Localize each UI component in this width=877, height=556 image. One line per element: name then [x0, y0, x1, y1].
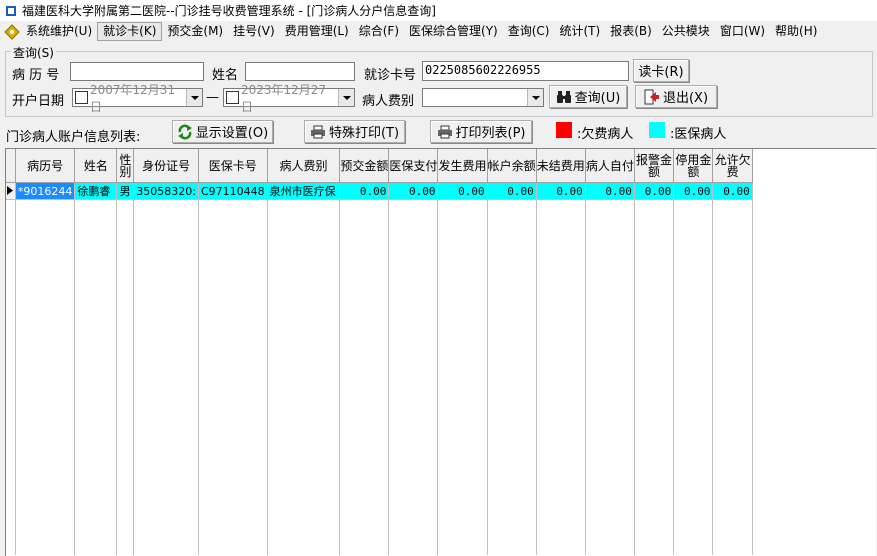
- column-header[interactable]: 预交金额: [339, 149, 390, 183]
- menu-item[interactable]: 窗口(W): [715, 22, 770, 41]
- refresh-icon: [177, 124, 193, 140]
- query-button[interactable]: 查询(U): [549, 85, 627, 108]
- table-cell[interactable]: 0.00: [536, 182, 586, 200]
- menu-item[interactable]: 预交金(M): [162, 22, 228, 41]
- date-separator: —: [206, 90, 219, 105]
- table-cell[interactable]: *9016244: [15, 182, 76, 200]
- column-header[interactable]: 病人费别: [267, 149, 341, 183]
- current-row-indicator: [6, 182, 16, 200]
- table-cell[interactable]: 徐鹏睿: [74, 182, 118, 200]
- empty-grid-area: [6, 199, 876, 555]
- header-filler: [752, 149, 876, 183]
- menu-item[interactable]: 系统维护(U): [21, 22, 97, 41]
- column-header[interactable]: 医保卡号: [198, 149, 268, 183]
- card-no-label: 就诊卡号: [364, 68, 417, 83]
- exit-button[interactable]: 退出(X): [635, 85, 717, 108]
- column-header[interactable]: 医保支付: [388, 149, 439, 183]
- read-card-button[interactable]: 读卡(R): [633, 59, 689, 82]
- date-to-value: 2023年12月27日: [241, 82, 327, 114]
- binoculars-icon: [556, 90, 572, 104]
- printer-icon: [437, 125, 453, 139]
- column-header[interactable]: 姓名: [74, 149, 118, 183]
- date-to-picker[interactable]: 2023年12月27日: [223, 83, 355, 114]
- column-header[interactable]: 病人自付: [585, 149, 635, 183]
- column-header[interactable]: 身份证号: [133, 149, 199, 183]
- date-to-dropdown-icon[interactable]: [338, 89, 354, 106]
- menu-item[interactable]: 医保综合管理(Y): [404, 22, 503, 41]
- date-from-dropdown-icon[interactable]: [186, 89, 202, 106]
- account-table: 病历号 姓名 性别 身份证号 医保卡号 病人费别 预交金额 医保支付 发生费用 帐户余额 未结费用病…: [6, 149, 876, 555]
- column-header[interactable]: 病历号: [15, 149, 76, 183]
- account-grid[interactable]: 病历号 姓名 性别 身份证号 医保卡号 病人费别 预交金额 医保支付 发生费用 帐户余额 未结费用病…: [5, 148, 876, 556]
- fee-type-dropdown-icon[interactable]: [527, 89, 543, 106]
- table-cell[interactable]: 0.00: [712, 182, 753, 200]
- date-from-checkbox[interactable]: [75, 91, 88, 104]
- menu-item[interactable]: 挂号(V): [228, 22, 280, 41]
- open-date-label: 开户日期: [12, 94, 65, 109]
- record-no-label: 病 历 号: [12, 68, 60, 83]
- app-icon: [4, 4, 18, 18]
- title-bar: 福建医科大学附属第二医院--门诊挂号收费管理系统 - [门诊病人分户信息查询]: [0, 0, 877, 21]
- display-settings-button[interactable]: 显示设置(O): [172, 120, 273, 143]
- table-cell[interactable]: 0.00: [487, 182, 537, 200]
- menu-item[interactable]: 帮助(H): [770, 22, 822, 41]
- record-no-input[interactable]: [70, 62, 204, 81]
- special-print-button[interactable]: 特殊打印(T): [304, 120, 405, 143]
- exit-door-icon: [644, 89, 660, 105]
- name-label: 姓名: [212, 68, 239, 83]
- menu-item[interactable]: 统计(T): [554, 22, 605, 41]
- menu-item[interactable]: 综合(F): [354, 22, 404, 41]
- name-input[interactable]: [245, 62, 355, 81]
- display-settings-label: 显示设置(O): [195, 126, 269, 141]
- column-header[interactable]: 未结费用: [536, 149, 586, 183]
- print-list-button[interactable]: 打印列表(P): [430, 120, 532, 143]
- insured-color-swatch: [649, 122, 665, 138]
- column-header[interactable]: 发生费用: [437, 149, 488, 183]
- list-label: 门诊病人账户信息列表:: [6, 130, 141, 145]
- query-group-label: 查询(S): [11, 44, 56, 61]
- date-to-checkbox[interactable]: [226, 91, 239, 104]
- fee-type-label: 病人费别: [362, 94, 415, 109]
- column-header[interactable]: 性别: [116, 149, 135, 183]
- table-cell[interactable]: 0.00: [673, 182, 714, 200]
- table-cell[interactable]: 0.00: [388, 182, 439, 200]
- printer-icon: [310, 125, 326, 139]
- mdi-child-icon[interactable]: [3, 23, 21, 41]
- date-from-value: 2007年12月31日: [90, 82, 176, 114]
- menu-bar: 系统维护(U) 就诊卡(K) 预交金(M) 挂号(V) 费用管理(L) 综合(F) 医保综合…: [0, 21, 877, 42]
- menu-item[interactable]: 公共模块: [657, 22, 715, 41]
- table-cell[interactable]: 男: [116, 182, 135, 200]
- window-title: 福建医科大学附属第二医院--门诊挂号收费管理系统 - [门诊病人分户信息查询]: [22, 4, 436, 18]
- owing-color-swatch: [556, 122, 572, 138]
- table-cell[interactable]: 0.00: [634, 182, 675, 200]
- print-list-label: 打印列表(P): [455, 126, 526, 141]
- row-filler: [752, 182, 876, 200]
- table-cell[interactable]: C97110448: [198, 182, 268, 200]
- table-header-row: 病历号 姓名 性别 身份证号 医保卡号 病人费别 预交金额 医保支付 发生费用 帐户余额 未结费用病…: [6, 149, 876, 183]
- row-indicator-header: [6, 149, 16, 183]
- date-from-picker[interactable]: 2007年12月31日: [72, 83, 203, 114]
- insured-legend-label: :医保病人: [670, 127, 727, 142]
- table-cell[interactable]: 泉州市医疗保: [267, 182, 341, 200]
- table-cell[interactable]: 0.00: [585, 182, 635, 200]
- owing-legend-label: :欠费病人: [577, 127, 634, 142]
- query-button-label: 查询(U): [574, 91, 621, 106]
- menu-item[interactable]: 就诊卡(K): [97, 22, 163, 41]
- read-card-button-label: 读卡(R): [638, 65, 684, 80]
- special-print-label: 特殊打印(T): [328, 126, 400, 141]
- table-row[interactable]: *9016244 徐鹏睿男 35058320: C97110448 泉州市医疗保 0.00…: [6, 182, 876, 200]
- column-header[interactable]: 停用金额: [673, 149, 714, 183]
- table-cell[interactable]: 0.00: [339, 182, 390, 200]
- menu-item[interactable]: 报表(B): [605, 22, 657, 41]
- table-cell[interactable]: 35058320:: [133, 182, 199, 200]
- table-cell[interactable]: 0.00: [437, 182, 488, 200]
- card-no-input[interactable]: 0225085602226955: [422, 61, 629, 81]
- menu-item[interactable]: 查询(C): [503, 22, 555, 41]
- menu-item[interactable]: 费用管理(L): [280, 22, 354, 41]
- exit-button-label: 退出(X): [662, 91, 709, 106]
- fee-type-select[interactable]: [422, 88, 544, 107]
- column-header[interactable]: 帐户余额: [487, 149, 537, 183]
- column-header[interactable]: 允许欠费: [712, 149, 753, 183]
- column-header[interactable]: 报警金额: [634, 149, 675, 183]
